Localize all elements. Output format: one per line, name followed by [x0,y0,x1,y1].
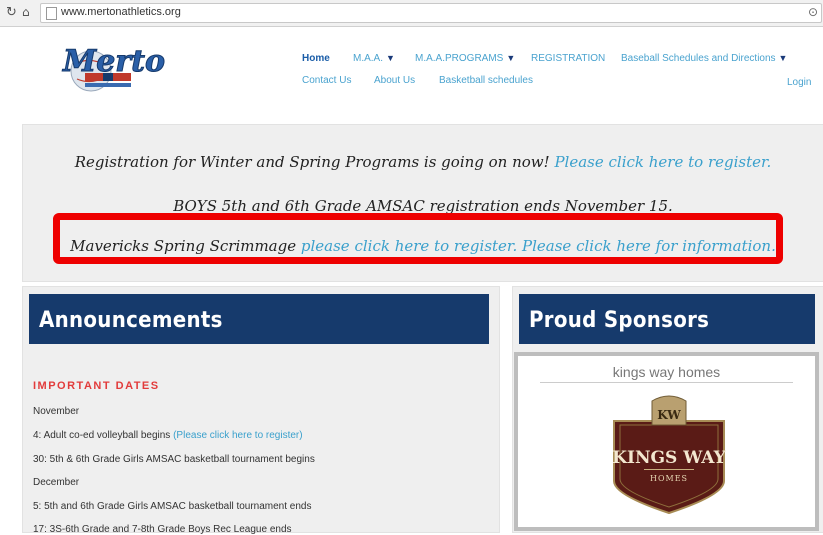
nav-baseball-label: Baseball Schedules and Directions [621,53,776,64]
logo-subtitle: HOMES [650,474,688,483]
volleyball-register-link[interactable]: (Please click here to register) [173,430,303,441]
address-url[interactable]: www.mertonathletics.org [61,6,181,18]
nav-basketball[interactable]: Basketball schedules [439,75,533,86]
notice-line-1: Registration for Winter and Spring Progr… [23,153,823,171]
important-dates-heading: IMPORTANT DATES [33,380,160,392]
page-icon [46,7,57,20]
sponsors-banner: Proud Sponsors [519,294,815,344]
sponsor-card[interactable]: kings way homes KW KINGS WAY HOMES [514,352,819,531]
nav-about[interactable]: About Us [374,75,415,86]
zoom-icon[interactable]: ⊙ [808,5,818,19]
announcement-item: 5: 5th and 6th Grade Girls AMSAC basketb… [33,501,312,512]
chevron-down-icon: ▼ [778,53,788,63]
nav-maa-label: M.A.A. [353,53,384,64]
logo-title: KINGS WAY [612,448,726,468]
announcement-item: 17: 3S-6th Grade and 7-8th Grade Boys Re… [33,524,292,535]
nav-baseball[interactable]: Baseball Schedules and Directions ▼ [621,53,787,64]
nav-home[interactable]: Home [302,53,330,64]
announcement-item: 4: Adult co-ed volleyball begins (Please… [33,430,303,441]
home-icon[interactable]: ⌂ [22,5,30,19]
register-link-1[interactable]: Please click here to register. [554,153,771,171]
sponsors-title: Proud Sponsors [529,308,710,333]
announcements-banner: Announcements [29,294,489,344]
nav-maa[interactable]: M.A.A. ▼ [353,53,395,64]
announcement-item: 30: 5th & 6th Grade Girls AMSAC basketba… [33,454,315,465]
sponsor-name: kings way homes [612,364,721,380]
login-link[interactable]: Login [787,77,811,88]
merton-logo[interactable]: Merton [55,35,165,95]
reload-icon[interactable]: ↻ [6,5,17,20]
chevron-down-icon: ▼ [506,53,516,63]
address-bar[interactable]: www.mertonathletics.org ⊙ [40,3,822,23]
announcements-title: Announcements [39,308,223,333]
browser-toolbar: ↻ ⌂ www.mertonathletics.org ⊙ [0,0,823,27]
nav-registration[interactable]: REGISTRATION [531,53,605,64]
logo-mark: KW [657,408,681,422]
nav-maa-programs[interactable]: M.A.A.PROGRAMS ▼ [415,53,515,64]
kings-way-homes-logo[interactable]: KW KINGS WAY HOMES [600,383,738,520]
notice-line-1-text: Registration for Winter and Spring Progr… [74,153,550,171]
nav-maa-programs-label: M.A.A.PROGRAMS [415,53,504,64]
month-november: November [33,406,80,417]
site-header: Merton Home M.A.A.▼ M.A.A.PROGRAMS▼ REGI… [0,27,823,112]
month-december: December [33,477,80,488]
nav-contact[interactable]: Contact Us [302,75,351,86]
highlight-box [53,213,783,264]
chevron-down-icon: ▼ [386,53,395,63]
announcement-text: 4: Adult co-ed volleyball begins [33,430,171,441]
